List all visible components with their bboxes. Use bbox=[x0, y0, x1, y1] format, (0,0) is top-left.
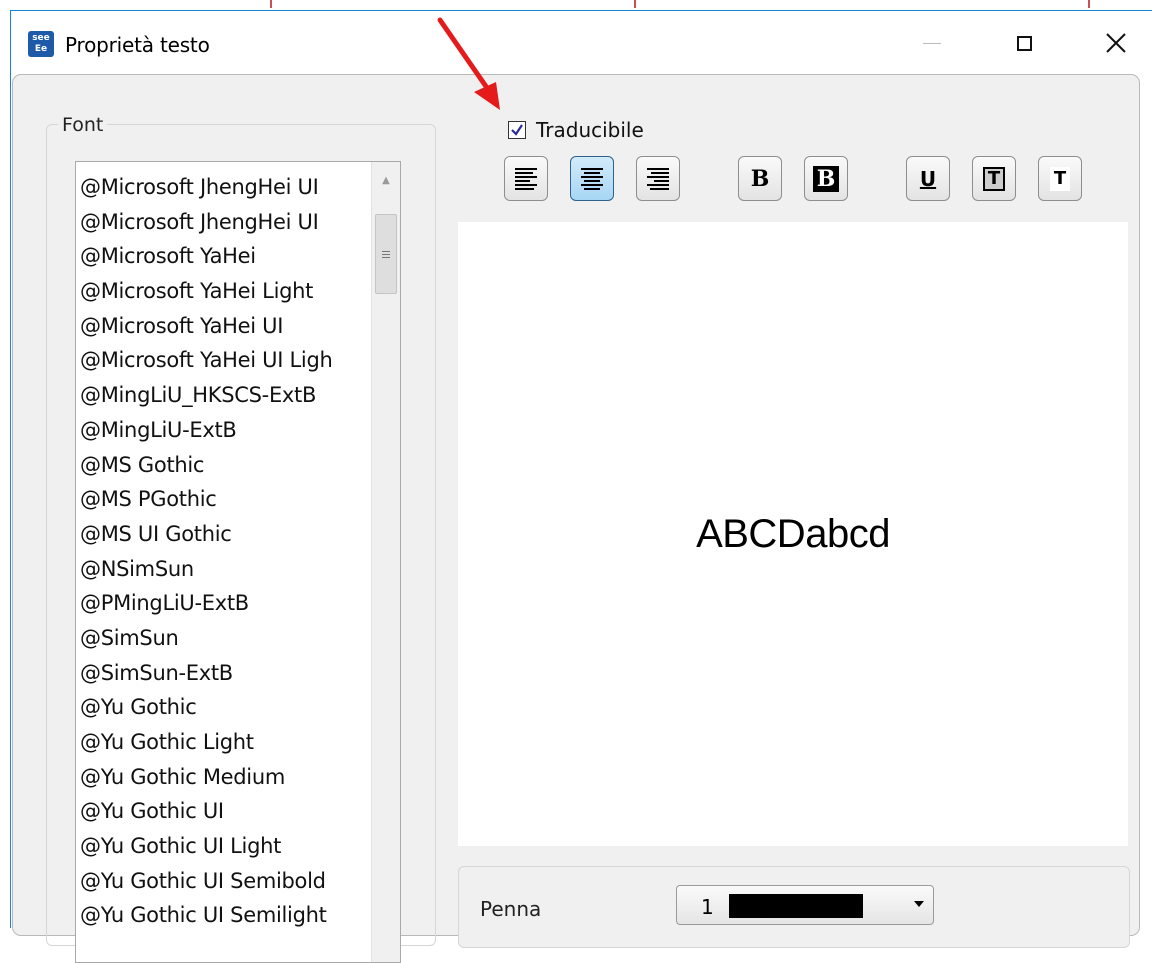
maximize-icon bbox=[1016, 35, 1032, 51]
font-list-item[interactable]: @Yu Gothic UI bbox=[80, 794, 370, 829]
font-list-item[interactable]: @Yu Gothic UI Semilight bbox=[80, 898, 370, 933]
font-list-item[interactable]: @Yu Gothic bbox=[80, 690, 370, 725]
font-list-item[interactable]: @SimSun-ExtB bbox=[80, 656, 370, 691]
underline-icon: U bbox=[919, 166, 937, 191]
minimize-icon bbox=[923, 42, 941, 44]
font-list[interactable]: @Microsoft JhengHei UI @Microsoft JhengHe… bbox=[75, 161, 401, 963]
scroll-up-button[interactable]: ▲ bbox=[372, 162, 400, 198]
bold-button[interactable]: B bbox=[738, 156, 782, 201]
font-list-item[interactable]: @Microsoft YaHei UI bbox=[80, 309, 370, 344]
bold-outline-icon: B bbox=[812, 165, 840, 192]
font-list-item[interactable]: @MS PGothic bbox=[80, 482, 370, 517]
font-list-item[interactable]: @MingLiU-ExtB bbox=[80, 413, 370, 448]
text-preview: ABCDabcd bbox=[458, 222, 1128, 846]
align-right-button[interactable] bbox=[636, 156, 680, 201]
preview-sample: ABCDabcd bbox=[696, 511, 890, 556]
text-background-icon: T bbox=[1049, 166, 1071, 191]
grip-icon bbox=[382, 249, 390, 260]
font-list-item[interactable]: @Microsoft JhengHei UI bbox=[80, 205, 370, 240]
font-list-item[interactable]: @Microsoft YaHei bbox=[80, 239, 370, 274]
font-list-item[interactable]: @Microsoft YaHei Light bbox=[80, 274, 370, 309]
chevron-down-icon bbox=[914, 901, 924, 907]
bold-icon: B bbox=[750, 165, 770, 192]
font-list-item[interactable]: @MingLiU_HKSCS-ExtB bbox=[80, 378, 370, 413]
window-title: Proprietà testo bbox=[65, 33, 210, 57]
title-bar[interactable]: see Ee Proprietà testo bbox=[11, 11, 1152, 77]
text-frame-icon: T bbox=[982, 166, 1006, 191]
text-background-button[interactable]: T bbox=[1038, 156, 1082, 201]
font-list-item[interactable]: @Yu Gothic UI Semibold bbox=[80, 864, 370, 899]
font-list-item[interactable]: @Yu Gothic Light bbox=[80, 725, 370, 760]
background-tick bbox=[1088, 0, 1090, 8]
font-list-item[interactable]: @NSimSun bbox=[80, 552, 370, 587]
text-frame-button[interactable]: T bbox=[972, 156, 1016, 201]
close-button[interactable] bbox=[1093, 23, 1139, 63]
underline-button[interactable]: U bbox=[906, 156, 950, 201]
font-list-item[interactable]: @MS Gothic bbox=[80, 448, 370, 483]
font-list-item[interactable]: @Yu Gothic UI Light bbox=[80, 829, 370, 864]
translatable-option[interactable]: Traducibile bbox=[508, 118, 644, 142]
align-left-button[interactable] bbox=[504, 156, 548, 201]
translatable-checkbox[interactable] bbox=[508, 121, 526, 139]
font-list-item[interactable]: @PMingLiU-ExtB bbox=[80, 586, 370, 621]
background-tick bbox=[270, 0, 272, 8]
font-list-scrollbar[interactable]: ▲ bbox=[371, 162, 400, 962]
align-center-icon bbox=[581, 166, 603, 192]
align-center-button[interactable] bbox=[570, 156, 614, 201]
pen-value: 1 bbox=[701, 895, 714, 919]
font-group-legend: Font bbox=[58, 114, 108, 136]
checkmark-icon bbox=[511, 124, 523, 136]
background-tick bbox=[634, 0, 636, 8]
font-list-item[interactable]: @Microsoft YaHei UI Ligh bbox=[80, 343, 370, 378]
pen-color-swatch bbox=[729, 894, 863, 918]
close-icon bbox=[1106, 33, 1126, 53]
minimize-button[interactable] bbox=[909, 23, 955, 63]
translatable-label: Traducibile bbox=[536, 118, 644, 142]
pen-dropdown[interactable]: 1 bbox=[676, 885, 934, 925]
bold-outline-button[interactable]: B bbox=[804, 156, 848, 201]
app-icon: see Ee bbox=[28, 31, 54, 57]
maximize-button[interactable] bbox=[1001, 23, 1047, 63]
align-right-icon bbox=[647, 166, 669, 192]
pen-label: Penna bbox=[480, 897, 542, 921]
font-list-item[interactable]: @Yu Gothic Medium bbox=[80, 760, 370, 795]
font-list-item[interactable]: @SimSun bbox=[80, 621, 370, 656]
font-list-item[interactable]: @MS UI Gothic bbox=[80, 517, 370, 552]
scroll-thumb[interactable] bbox=[375, 214, 397, 294]
font-list-items: @Microsoft JhengHei UI @Microsoft JhengHe… bbox=[80, 170, 370, 933]
font-list-item[interactable]: @Microsoft JhengHei UI bbox=[80, 170, 370, 205]
align-left-icon bbox=[515, 166, 537, 192]
